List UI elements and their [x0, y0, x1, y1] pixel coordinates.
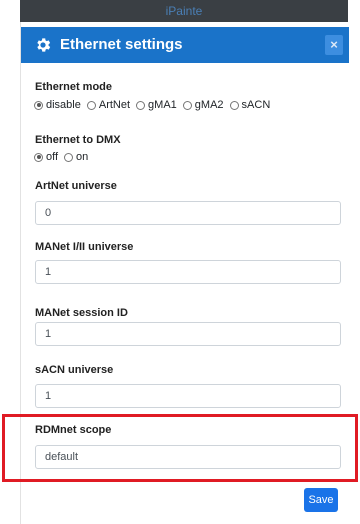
artnet-universe-input[interactable]: 0	[35, 201, 341, 225]
ethernet-mode-option-disable[interactable]: disable	[34, 99, 81, 111]
sacn-universe-input[interactable]: 1	[35, 384, 341, 408]
ethernet-to-dmx-radio-group: off on	[34, 151, 94, 163]
ethernet-mode-option-gma2[interactable]: gMA2	[182, 99, 224, 111]
highlight-box	[2, 414, 358, 482]
ethernet-mode-option-sacn[interactable]: sACN	[229, 99, 270, 111]
radio-icon[interactable]	[64, 152, 74, 162]
manet-session-id-input[interactable]: 1	[35, 322, 341, 346]
ethernet-mode-label: Ethernet mode	[35, 81, 113, 93]
radio-icon[interactable]	[182, 100, 192, 110]
app-title: iPainte	[165, 4, 203, 18]
radio-icon[interactable]	[34, 100, 43, 110]
modal-header: Ethernet settings ×	[21, 27, 349, 63]
radio-icon[interactable]	[34, 152, 43, 162]
save-button[interactable]: Save	[304, 488, 338, 512]
ethernet-mode-option-artnet[interactable]: ArtNet	[86, 99, 130, 111]
radio-icon[interactable]	[229, 100, 239, 110]
manet-session-id-label: MANet session ID	[35, 307, 128, 319]
ethernet-mode-option-gma1[interactable]: gMA1	[136, 99, 177, 111]
radio-icon[interactable]	[86, 100, 96, 110]
modal-title: Ethernet settings	[60, 36, 183, 53]
artnet-universe-label: ArtNet universe	[35, 180, 117, 192]
close-button[interactable]: ×	[325, 35, 343, 55]
radio-icon[interactable]	[136, 100, 146, 110]
ethernet-mode-radio-group: disable ArtNet gMA1 gMA2 sACN	[34, 99, 276, 111]
ethernet-to-dmx-option-off[interactable]: off	[34, 151, 58, 163]
gear-icon	[37, 38, 51, 52]
sacn-universe-label: sACN universe	[35, 364, 114, 376]
manet-universe-label: MANet I/II universe	[35, 241, 134, 253]
ethernet-to-dmx-label: Ethernet to DMX	[35, 134, 121, 146]
ethernet-to-dmx-option-on[interactable]: on	[64, 151, 88, 163]
manet-universe-input[interactable]: 1	[35, 260, 341, 284]
